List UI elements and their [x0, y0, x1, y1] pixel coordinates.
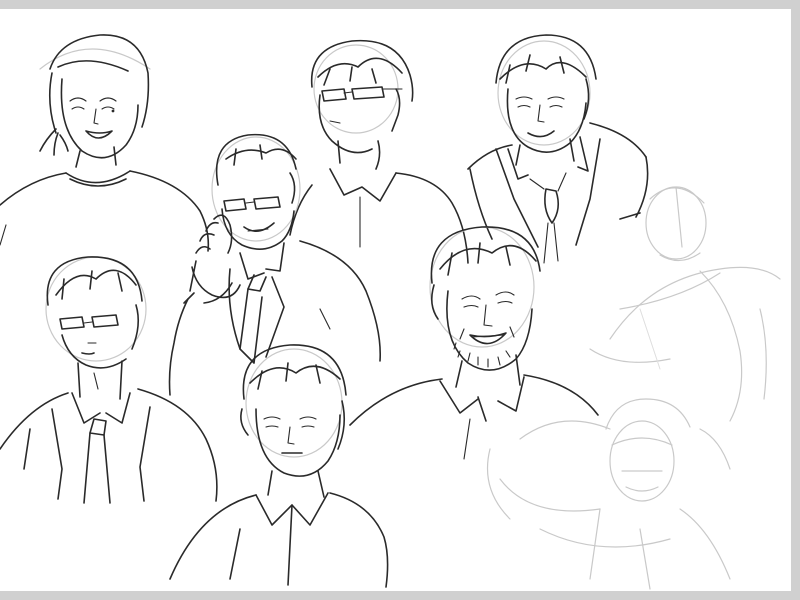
- faint-rough-figure-arm-behind-head: [486, 398, 731, 590]
- app-frame: [0, 0, 800, 600]
- glasses-man-looking-up-tie: [0, 256, 218, 504]
- faint-rough-figure-arm-up: [589, 186, 781, 422]
- glasses-man-hand-to-face-smile: [168, 133, 382, 396]
- bearded-man-grinning: [349, 226, 599, 460]
- laughing-ponytail-man: [0, 34, 210, 252]
- drawing-canvas[interactable]: [0, 9, 791, 591]
- sketch-layer: [0, 34, 781, 590]
- glasses-man-looking-up-right: [289, 39, 469, 264]
- man-straight-face-open-collar: [169, 344, 389, 588]
